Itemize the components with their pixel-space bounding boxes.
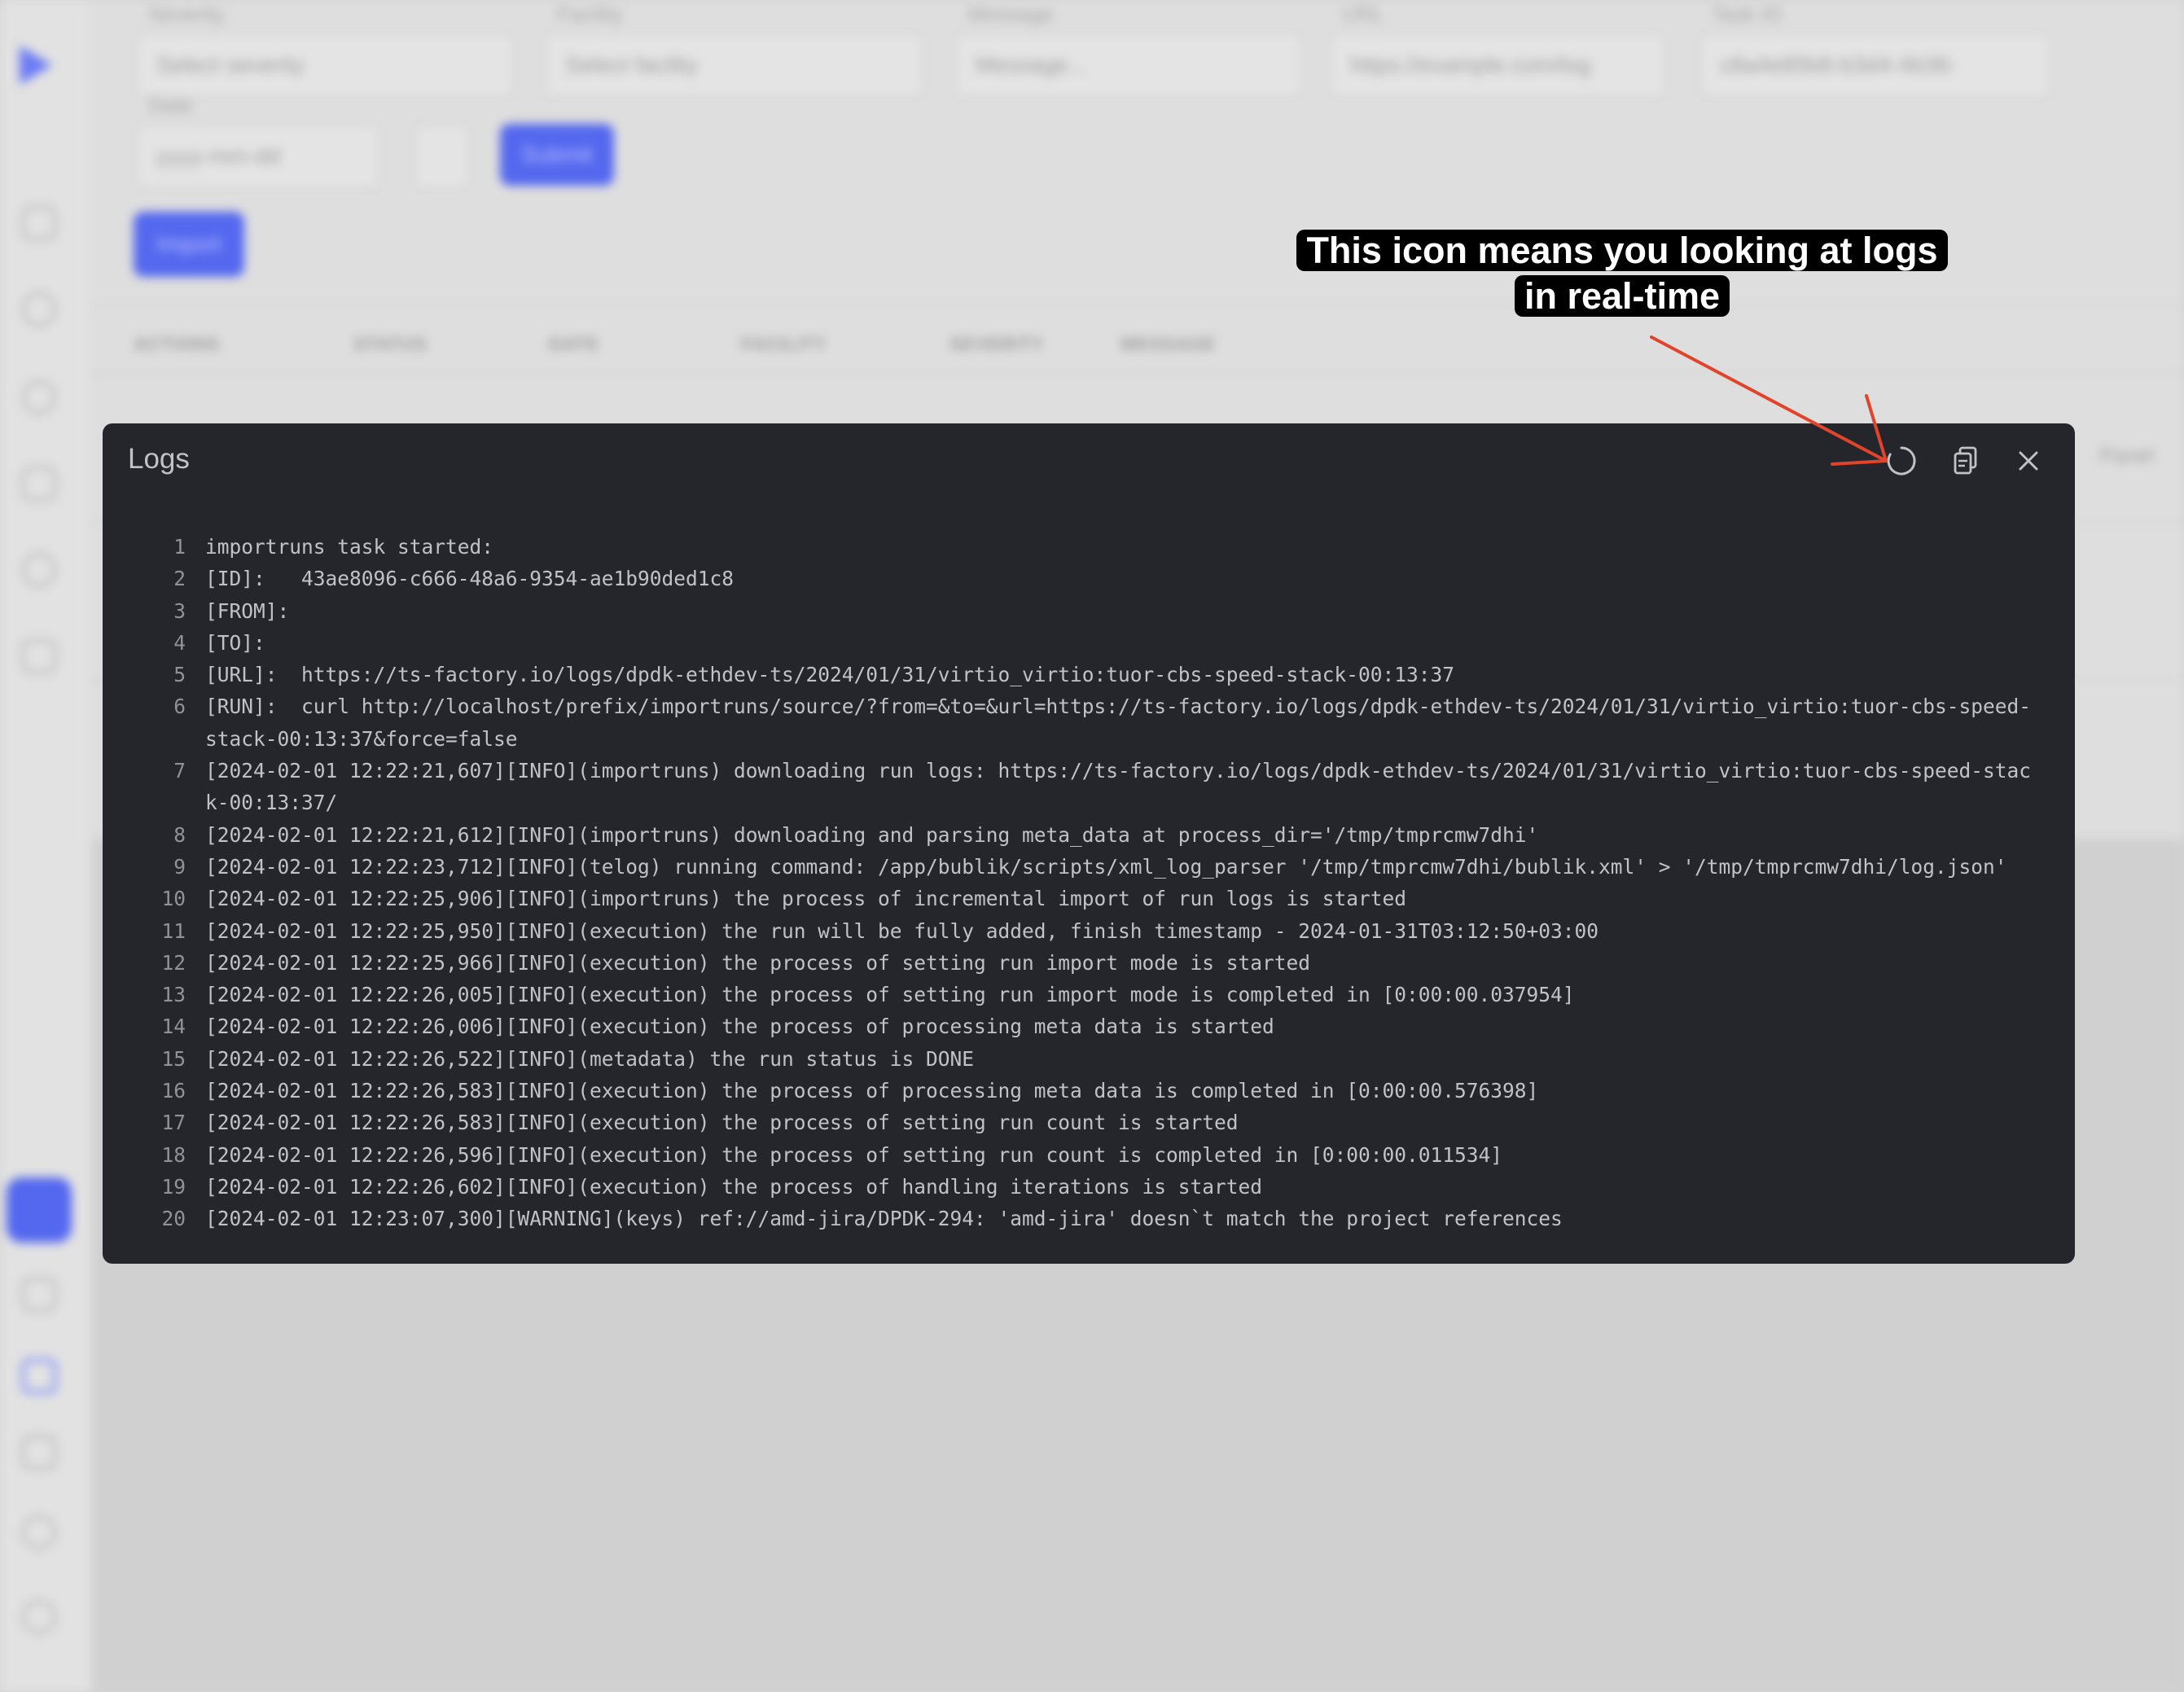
- annotation-arrow: [1650, 335, 1888, 466]
